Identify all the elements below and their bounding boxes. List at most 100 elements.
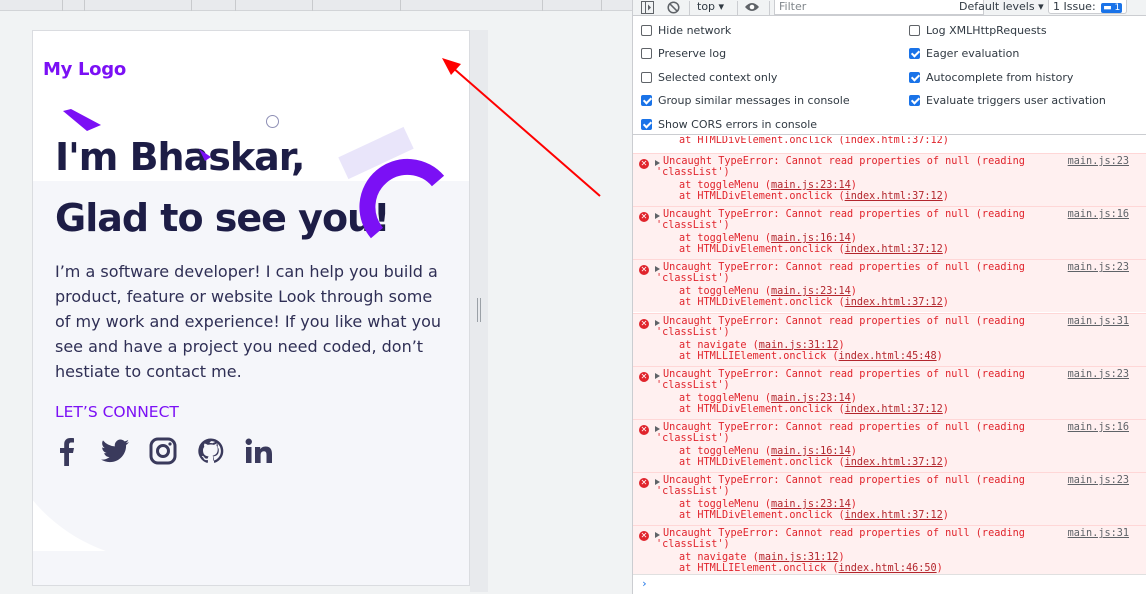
intro-paragraph: I’m a software developer! I can help you… bbox=[55, 262, 442, 381]
setting-show-cors-errors-in-console[interactable]: Show CORS errors in console bbox=[641, 117, 817, 131]
expand-triangle-icon[interactable] bbox=[655, 372, 660, 379]
setting-checkbox[interactable] bbox=[909, 24, 920, 36]
setting-checkbox[interactable] bbox=[909, 95, 920, 106]
facebook-icon[interactable] bbox=[53, 435, 81, 467]
emulated-page: My Logo I'm Bhaskar, Glad to see you! I’… bbox=[32, 30, 470, 586]
twitter-icon[interactable] bbox=[101, 435, 129, 467]
setting-autocomplete-from-history[interactable]: Autocomplete from history bbox=[909, 70, 1073, 84]
setting-label: Selected context only bbox=[658, 70, 778, 84]
ruler-tick bbox=[601, 0, 602, 11]
setting-label: Preserve log bbox=[658, 47, 727, 60]
setting-checkbox[interactable] bbox=[909, 48, 920, 59]
device-resize-handle[interactable] bbox=[477, 298, 481, 322]
expand-triangle-icon[interactable] bbox=[655, 532, 660, 539]
stack-function: toggleMenu bbox=[697, 286, 759, 298]
expand-triangle-icon[interactable] bbox=[655, 266, 660, 273]
stack-link[interactable]: index.html:45:48 bbox=[838, 351, 936, 362]
source-link[interactable]: main.js:23 bbox=[1068, 475, 1129, 487]
stack-element: HTMLLIElement bbox=[697, 350, 778, 362]
source-link[interactable]: main.js:16 bbox=[1068, 209, 1129, 221]
stack-link[interactable]: index.html:37:12 bbox=[845, 244, 943, 255]
ruler-tick bbox=[191, 0, 192, 11]
context-selector[interactable]: top ▾ bbox=[697, 0, 724, 16]
device-ruler bbox=[0, 0, 632, 11]
stack-link[interactable]: index.html:37:12 bbox=[845, 297, 943, 308]
prompt-caret-icon: › bbox=[641, 577, 648, 590]
setting-group-similar-messages-in-console[interactable]: Group similar messages in console bbox=[641, 94, 850, 108]
error-icon: ✕ bbox=[639, 478, 649, 489]
error-icon: ✕ bbox=[639, 159, 649, 169]
stack-link[interactable]: index.html:37:12 bbox=[845, 457, 943, 468]
expand-triangle-icon[interactable] bbox=[655, 319, 660, 326]
live-expression-eye-icon[interactable] bbox=[744, 0, 760, 16]
setting-checkbox[interactable] bbox=[641, 24, 652, 36]
error-text: 'classList') bbox=[656, 433, 730, 444]
source-link[interactable]: main.js:16 bbox=[1068, 422, 1129, 434]
console-error-message[interactable]: ✕ Uncaught TypeError: Cannot read propert… bbox=[633, 259, 1146, 313]
console-error-message[interactable]: ✕ Uncaught TypeError: Cannot read propert… bbox=[633, 472, 1146, 526]
source-link[interactable]: main.js:31 bbox=[1068, 528, 1129, 540]
stack-link[interactable]: main.js:23:14 bbox=[771, 286, 851, 297]
sidebar-toggle-icon[interactable] bbox=[641, 0, 654, 16]
expand-triangle-icon[interactable] bbox=[655, 479, 660, 486]
setting-hide-network[interactable]: Hide network bbox=[641, 23, 731, 37]
github-icon[interactable] bbox=[197, 435, 225, 467]
stack-link[interactable]: main.js:23:14 bbox=[771, 393, 851, 404]
stack-element: HTMLDivElement bbox=[697, 457, 784, 468]
stack-element: HTMLDivElement bbox=[697, 244, 784, 256]
setting-evaluate-triggers-user-activation[interactable]: Evaluate triggers user activation bbox=[909, 94, 1106, 108]
expand-triangle-icon[interactable] bbox=[655, 213, 660, 220]
stack-frame: at HTMLDivElement.onclick (index.html:37… bbox=[679, 297, 949, 309]
console-prompt[interactable]: › bbox=[633, 574, 1146, 594]
setting-checkbox[interactable] bbox=[641, 71, 652, 83]
setting-log-xmlhttprequests[interactable]: Log XMLHttpRequests bbox=[909, 23, 1047, 37]
error-icon: ✕ bbox=[639, 212, 649, 223]
console-error-message[interactable]: ✕ Uncaught TypeError: Cannot read propert… bbox=[633, 312, 1146, 366]
stack-link[interactable]: index.html:37:12 bbox=[845, 404, 943, 415]
source-link[interactable]: main.js:23 bbox=[1068, 156, 1129, 168]
setting-preserve-log[interactable]: Preserve log bbox=[641, 47, 726, 61]
stack-link[interactable]: main.js:31:12 bbox=[759, 552, 839, 563]
stack-link[interactable]: main.js:23:14 bbox=[771, 499, 851, 510]
console-error-message[interactable]: ✕ Uncaught TypeError: Cannot read propert… bbox=[633, 206, 1146, 260]
expand-triangle-icon[interactable] bbox=[655, 160, 660, 166]
setting-checkbox[interactable] bbox=[909, 71, 920, 83]
setting-selected-context-only[interactable]: Selected context only bbox=[641, 70, 777, 84]
error-text: 'classList') bbox=[656, 273, 730, 285]
setting-checkbox[interactable] bbox=[641, 48, 652, 59]
clear-console-icon[interactable] bbox=[667, 0, 680, 16]
lets-connect-link[interactable]: LET’S CONNECT bbox=[55, 403, 179, 421]
linkedin-icon[interactable] bbox=[245, 435, 273, 467]
site-logo[interactable]: My Logo bbox=[43, 59, 126, 80]
stack-link[interactable]: index.html:46:50 bbox=[838, 563, 936, 574]
console-error-message[interactable]: ✕ Uncaught TypeError: Cannot read propert… bbox=[633, 419, 1146, 472]
toolbar-separator bbox=[769, 1, 770, 15]
stack-link[interactable]: main.js:16:14 bbox=[771, 233, 851, 244]
stack-link[interactable]: main.js:31:12 bbox=[759, 340, 839, 351]
console-toolbar: top ▾ Filter Default levels ▾ 1 Issue: ▬… bbox=[633, 0, 1146, 16]
annotation-arrow bbox=[442, 58, 601, 197]
stack-function: toggleMenu bbox=[697, 180, 759, 191]
issues-button[interactable]: 1 Issue: ▬ 1 bbox=[1048, 0, 1128, 14]
stack-frame: at HTMLDivElement.onclick (index.html:37… bbox=[679, 510, 949, 522]
issues-label: 1 Issue: bbox=[1053, 0, 1096, 13]
stack-link[interactable]: index.html:37:12 bbox=[845, 510, 943, 521]
stack-link[interactable]: main.js:16:14 bbox=[771, 446, 851, 457]
setting-eager-evaluation[interactable]: Eager evaluation bbox=[909, 47, 1019, 61]
expand-triangle-icon[interactable] bbox=[655, 426, 660, 432]
ruler-tick bbox=[62, 0, 63, 11]
source-link[interactable]: main.js:23 bbox=[1068, 262, 1129, 274]
setting-checkbox[interactable] bbox=[641, 95, 652, 106]
console-error-message[interactable]: ✕ Uncaught TypeError: Cannot read propert… bbox=[633, 525, 1146, 574]
console-error-message[interactable]: ✕ Uncaught TypeError: Cannot read propert… bbox=[633, 153, 1146, 206]
instagram-icon[interactable] bbox=[149, 435, 177, 467]
stack-link[interactable]: index.html:37:12 bbox=[845, 191, 943, 202]
console-filter-input[interactable]: Filter bbox=[774, 0, 984, 15]
setting-checkbox[interactable] bbox=[641, 118, 652, 130]
source-link[interactable]: main.js:31 bbox=[1068, 316, 1129, 328]
stack-element: HTMLDivElement bbox=[697, 510, 784, 522]
stack-link[interactable]: main.js:23:14 bbox=[771, 180, 851, 191]
source-link[interactable]: main.js:23 bbox=[1068, 369, 1129, 381]
console-error-message[interactable]: ✕ Uncaught TypeError: Cannot read propert… bbox=[633, 365, 1146, 419]
log-levels-dropdown[interactable]: Default levels ▾ bbox=[959, 0, 1044, 16]
